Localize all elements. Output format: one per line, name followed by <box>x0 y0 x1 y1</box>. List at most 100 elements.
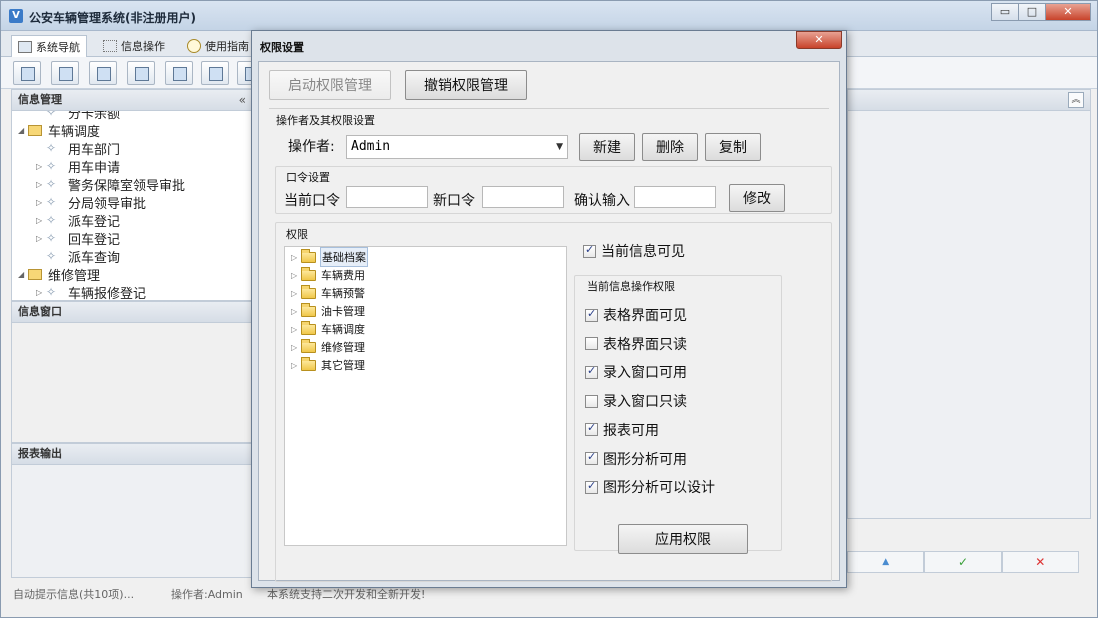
collapse-icon[interactable]: « <box>239 90 246 110</box>
operator-select[interactable]: Admin ▼ <box>346 135 568 159</box>
tool-icon: ✧ <box>46 177 57 191</box>
new-password-input[interactable] <box>482 186 564 208</box>
expand-arrow-icon[interactable]: ▷ <box>36 216 46 225</box>
expand-arrow-icon[interactable]: ◢ <box>18 270 28 279</box>
permission-tree-item[interactable]: ▷ 油卡管理 <box>291 302 366 320</box>
permission-tree-item[interactable]: ▷ 车辆调度 <box>291 320 366 338</box>
expand-arrow-icon[interactable]: ▷ <box>291 361 301 370</box>
permission-tree-item[interactable]: ▷ 维修管理 <box>291 338 366 356</box>
checkbox-icon[interactable] <box>585 307 598 322</box>
document-icon[interactable] <box>89 61 117 85</box>
folder-icon <box>301 266 316 281</box>
permission-tree-item[interactable]: ▷ 车辆费用 <box>291 266 366 284</box>
nav-tree-item[interactable]: ✧ 用车部门 <box>36 139 120 158</box>
nav-tree-item[interactable]: ▷ ✧ 警务保障室领导审批 <box>36 175 186 194</box>
info-window-title: 信息窗口 <box>18 305 62 318</box>
right-header: ︽ <box>847 89 1091 111</box>
grid-icon <box>103 40 117 52</box>
folder-icon <box>301 338 316 353</box>
maximize-icon[interactable]: □ <box>1018 3 1046 21</box>
checkbox-icon[interactable] <box>585 394 598 408</box>
divider <box>269 108 829 109</box>
confirm-button[interactable]: ✓ <box>924 551 1002 573</box>
permission-tree-label: 维修管理 <box>321 341 365 354</box>
folder-icon <box>28 124 42 136</box>
search-icon[interactable] <box>13 61 41 85</box>
status-operator: 操作者:Admin <box>171 588 243 601</box>
nav-tree-item[interactable]: ▷ ✧ 回车登记 <box>36 229 120 248</box>
nav-tree-label: 车辆报修登记 <box>68 286 147 301</box>
op-permission-checkbox-row[interactable]: 图形分析可以设计 <box>585 477 715 497</box>
tool-icon: ✧ <box>46 111 57 119</box>
checkbox-icon[interactable] <box>583 243 596 258</box>
expand-arrow-icon[interactable]: ▷ <box>291 343 301 352</box>
expand-arrow-icon[interactable]: ▷ <box>36 180 46 189</box>
op-permission-checkbox-row[interactable]: 图形分析可用 <box>585 449 687 469</box>
tab-info-ops[interactable]: 信息操作 <box>97 35 171 57</box>
checkbox-icon[interactable] <box>585 337 598 351</box>
title-bar: V 公安车辆管理系统(非注册用户) ▭ □ ✕ <box>1 1 1097 31</box>
checkbox-icon[interactable] <box>585 479 598 494</box>
tool-icon: ✧ <box>46 285 57 299</box>
right-area: ︽ ▲ ✓ ✕ <box>847 89 1091 579</box>
current-visible-checkbox-row[interactable]: 当前信息可见 <box>583 241 685 261</box>
delete-operator-button[interactable]: 删除 <box>642 133 698 161</box>
nav-tree-item[interactable]: ◢ 车辆调度 <box>18 121 100 140</box>
close-icon[interactable]: ✕ <box>1045 3 1091 21</box>
tab-system-nav[interactable]: 系统导航 <box>11 35 87 57</box>
expand-arrow-icon[interactable]: ▷ <box>36 288 46 297</box>
expand-arrow-icon[interactable]: ▷ <box>291 271 301 280</box>
expand-arrow-icon[interactable]: ▷ <box>291 289 301 298</box>
nav-tree-item[interactable]: ◢ 维修管理 <box>18 265 100 284</box>
op-permission-checkbox-row[interactable]: 表格界面只读 <box>585 334 687 354</box>
expand-arrow-icon[interactable]: ▷ <box>36 198 46 207</box>
apply-permission-button[interactable]: 应用权限 <box>618 524 748 554</box>
current-password-input[interactable] <box>346 186 428 208</box>
monitor-icon <box>18 40 32 53</box>
tool-icon: ✧ <box>46 159 57 173</box>
permission-tree-item[interactable]: ▷ 车辆预警 <box>291 284 366 302</box>
expand-arrow-icon[interactable]: ▷ <box>36 234 46 243</box>
expand-arrow-icon[interactable]: ◢ <box>18 126 28 135</box>
expand-arrow-icon[interactable]: ▷ <box>291 307 301 316</box>
export-icon[interactable] <box>201 61 229 85</box>
status-hint: 自动提示信息(共10项)... <box>13 588 135 601</box>
folder-icon <box>28 268 42 280</box>
permission-tree-item[interactable]: ▷ 基础档案 <box>291 247 368 267</box>
expand-arrow-icon[interactable]: ▷ <box>291 253 301 262</box>
start-permission-button[interactable]: 启动权限管理 <box>269 70 391 100</box>
permission-tree-item[interactable]: ▷ 其它管理 <box>291 356 366 374</box>
ops-section-label: 当前信息操作权限 <box>587 280 675 293</box>
collapse-up-icon[interactable]: ︽ <box>1068 92 1084 108</box>
nav-tree-label: 警务保障室领导审批 <box>68 178 186 194</box>
op-permission-checkbox-row[interactable]: 录入窗口只读 <box>585 391 687 411</box>
checkbox-icon[interactable] <box>585 450 598 465</box>
nav-tree-item[interactable]: ▷ ✧ 分局领导审批 <box>36 193 146 212</box>
users-icon[interactable] <box>127 61 155 85</box>
nav-tree-item[interactable]: ✧ 分卡余额 <box>36 111 120 122</box>
nav-tree-item[interactable]: ✧ 派车查询 <box>36 247 120 266</box>
tab-user-guide[interactable]: 使用指南 <box>181 35 255 57</box>
nav-tree-item[interactable]: ▷ ✧ 用车申请 <box>36 157 120 176</box>
expand-arrow-icon[interactable]: ▷ <box>291 325 301 334</box>
list-icon[interactable] <box>51 61 79 85</box>
dialog-close-icon[interactable]: ✕ <box>796 31 842 49</box>
checkbox-icon[interactable] <box>585 364 598 379</box>
nav-tree-item[interactable]: ▷ ✧ 车辆报修登记 <box>36 283 147 301</box>
nav-tree-item[interactable]: ▷ ✧ 派车登记 <box>36 211 120 230</box>
copy-operator-button[interactable]: 复制 <box>705 133 761 161</box>
confirm-password-input[interactable] <box>634 186 716 208</box>
modify-password-button[interactable]: 修改 <box>729 184 785 212</box>
expand-arrow-icon[interactable]: ▷ <box>36 162 46 171</box>
op-permission-checkbox-row[interactable]: 录入窗口可用 <box>585 362 687 382</box>
permission-tree: ▷ 基础档案 ▷ 车辆费用 ▷ 车辆预警 ▷ 油卡管理 ▷ 车辆调度 ▷ 维修管理 ▷ 其它管理 <box>284 246 567 546</box>
move-up-button[interactable]: ▲ <box>847 551 925 573</box>
minimize-icon[interactable]: ▭ <box>991 3 1019 21</box>
new-operator-button[interactable]: 新建 <box>579 133 635 161</box>
checkbox-icon[interactable] <box>585 421 598 437</box>
revoke-permission-button[interactable]: 撤销权限管理 <box>405 70 527 100</box>
screen-icon[interactable] <box>165 61 193 85</box>
cancel-button[interactable]: ✕ <box>1001 551 1079 573</box>
op-permission-checkbox-row[interactable]: 表格界面可见 <box>585 305 687 325</box>
op-permission-checkbox-row[interactable]: 报表可用 <box>585 420 659 440</box>
